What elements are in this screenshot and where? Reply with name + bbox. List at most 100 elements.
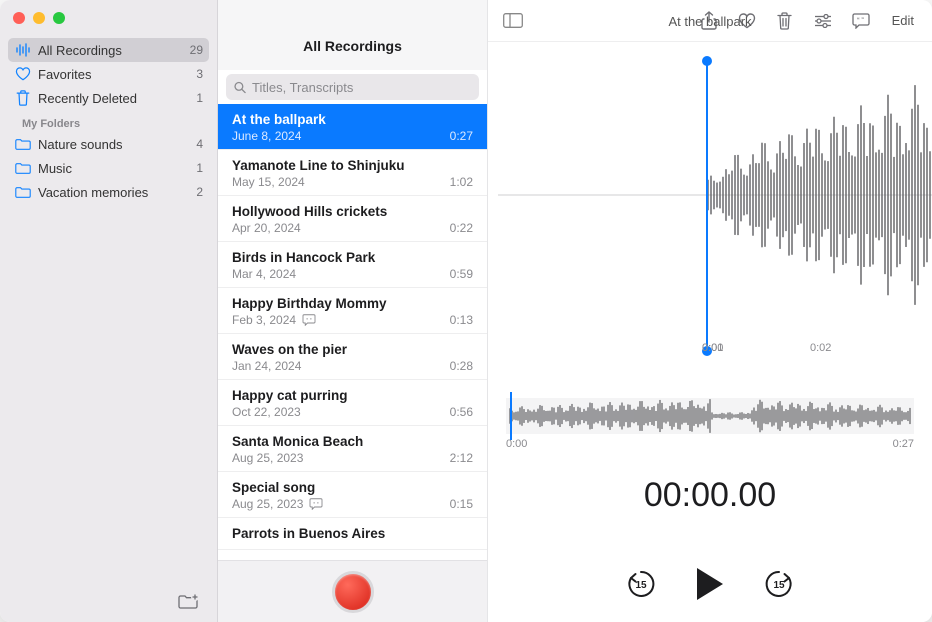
skip-forward-button[interactable]: 15 [763,568,795,600]
new-folder-icon [178,594,198,610]
skip-back-icon: 15 [625,568,657,600]
recording-date: Aug 25, 2023 [232,451,303,465]
recording-title: Hollywood Hills crickets [232,204,473,219]
recording-title: Special song [232,480,473,495]
favorite-button[interactable] [732,8,762,34]
waveform-overview[interactable]: 0:00 0:27 [506,392,914,442]
recording-item[interactable]: Hollywood Hills crickets Apr 20, 2024 0:22 [218,196,487,242]
sidebar-item-label: Music [38,161,196,176]
zoom-window-button[interactable] [53,12,65,24]
detail-panel: At the ballpark [488,0,932,622]
edit-button-label: Edit [892,13,914,28]
sidebar-item[interactable]: Recently Deleted1 [8,86,209,110]
waveform-main[interactable] [498,60,932,330]
skip-forward-icon: 15 [763,568,795,600]
recordings-title: All Recordings [303,38,402,70]
sidebar-footer [0,582,217,622]
playback-time: 00:00.00 [488,476,932,515]
skip-back-button[interactable]: 15 [625,568,657,600]
recording-item[interactable]: Special song Aug 25, 2023 0:15 [218,472,487,518]
recordings-footer [218,560,487,622]
trash-icon [14,90,32,106]
recording-item[interactable]: Happy Birthday MommyFeb 3, 2024 0:13 [218,288,487,334]
recording-duration: 1:02 [450,175,473,189]
recording-date: Jan 24, 2024 [232,359,301,373]
recording-duration: 0:27 [450,129,473,143]
recordings-list: At the ballparkJune 8, 20240:27Yamanote … [218,104,487,560]
sidebar-item-label: Nature sounds [38,137,196,152]
recording-date: Mar 4, 2024 [232,267,296,281]
sidebar: All Recordings29 Favorites3 Recently Del… [0,0,218,622]
timeline-tick: 0:01 [702,342,810,364]
search-icon [234,81,246,94]
search-field[interactable] [226,74,479,100]
sidebar-item-count: 3 [196,67,203,81]
timeline-tick: 0:02 [810,342,910,364]
folder-icon [14,138,32,151]
delete-button[interactable] [770,8,800,34]
play-icon [697,568,723,600]
svg-text:“ ”: “ ” [857,17,864,23]
sidebar-folder-item[interactable]: Nature sounds4 [8,132,209,156]
folder-icon [14,162,32,175]
sidebar-icon [503,13,523,28]
recording-duration: 0:56 [450,405,473,419]
recording-date: June 8, 2024 [232,129,301,143]
recording-title: Happy cat purring [232,388,473,403]
equalizer-button[interactable] [808,8,838,34]
folder-icon [14,186,32,199]
trash-icon [777,12,792,30]
recording-title: Waves on the pier [232,342,473,357]
share-button[interactable] [694,8,724,34]
waveform-zone: 0:00 0:01 0:02 0:00 0:27 00:00.00 [488,42,932,622]
recording-duration: 2:12 [450,451,473,465]
share-icon [701,11,717,30]
recording-date: Apr 20, 2024 [232,221,301,235]
recording-date: Feb 3, 2024 [232,313,296,327]
toggle-sidebar-button[interactable] [498,8,528,34]
sidebar-folder-item[interactable]: Vacation memories2 [8,180,209,204]
transcript-badge-icon [309,498,323,510]
sliders-icon [814,14,832,28]
recording-duration: 0:15 [450,497,473,511]
overview-start-label: 0:00 [506,438,527,450]
transcript-button[interactable]: “ ” [846,8,876,34]
new-folder-button[interactable] [173,589,203,615]
recording-date: Oct 22, 2023 [232,405,301,419]
recording-item[interactable]: Waves on the pier Jan 24, 2024 0:28 [218,334,487,380]
sidebar-item-count: 2 [196,185,203,199]
waveform-icon [14,43,32,57]
recording-item[interactable]: Yamanote Line to ShinjukuMay 15, 20241:0… [218,150,487,196]
recording-item[interactable]: Parrots in Buenos Aires [218,518,487,550]
recording-item[interactable]: Santa Monica Beach Aug 25, 2023 2:12 [218,426,487,472]
search-input[interactable] [252,80,471,95]
svg-text:15: 15 [773,580,785,591]
overview-cursor[interactable] [510,392,512,440]
recording-item[interactable]: Birds in Hancock ParkMar 4, 20240:59 [218,242,487,288]
close-window-button[interactable] [13,12,25,24]
recording-item[interactable]: Happy cat purring Oct 22, 2023 0:56 [218,380,487,426]
heart-icon [14,67,32,81]
record-button[interactable] [332,571,374,613]
recording-duration: 0:28 [450,359,473,373]
sidebar-item-count: 1 [196,161,203,175]
playback-controls: 15 15 [488,556,932,612]
sidebar-item[interactable]: Favorites3 [8,62,209,86]
play-button[interactable] [697,568,723,600]
recording-date: Aug 25, 2023 [232,497,303,511]
recording-item[interactable]: At the ballparkJune 8, 20240:27 [218,104,487,150]
edit-button[interactable]: Edit [884,8,922,34]
recording-title: Santa Monica Beach [232,434,473,449]
recording-duration: 0:22 [450,221,473,235]
recording-title: Birds in Hancock Park [232,250,473,265]
recording-title: Happy Birthday Mommy [232,296,473,311]
app-window: All Recordings29 Favorites3 Recently Del… [0,0,932,622]
sidebar-item-count: 4 [196,137,203,151]
sidebar-item[interactable]: All Recordings29 [8,38,209,62]
minimize-window-button[interactable] [33,12,45,24]
overview-end-label: 0:27 [893,438,914,450]
recording-date: May 15, 2024 [232,175,305,189]
window-controls [0,0,217,34]
trim-handle-start[interactable] [702,56,712,356]
sidebar-folder-item[interactable]: Music1 [8,156,209,180]
